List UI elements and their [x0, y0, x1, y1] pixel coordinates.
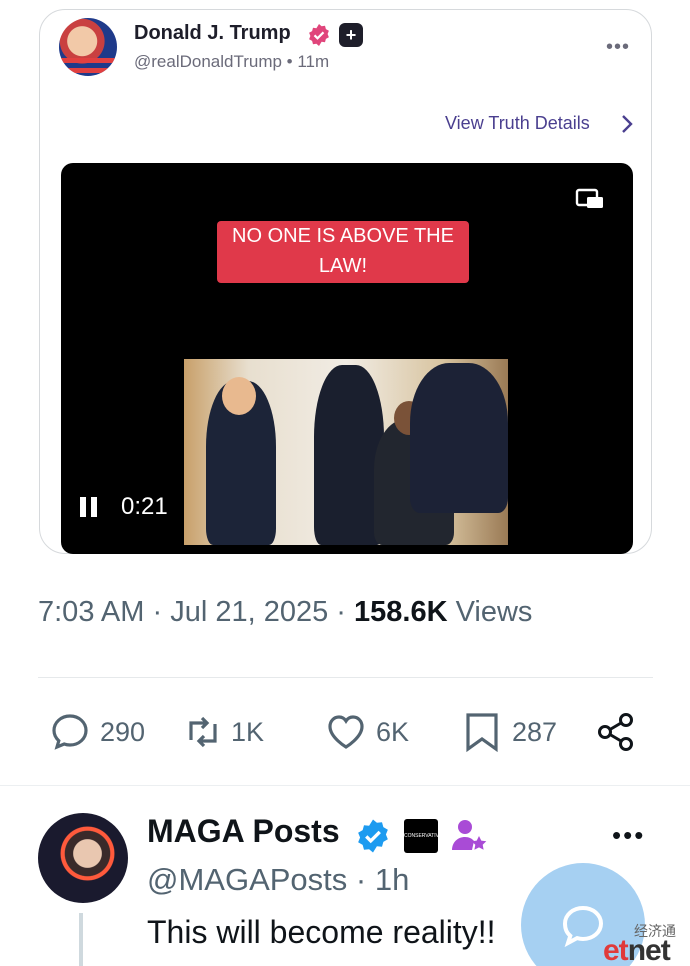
views-count: 158.6K	[354, 596, 448, 628]
video-frame-image	[184, 359, 508, 545]
divider	[0, 785, 690, 786]
pause-icon	[80, 497, 86, 517]
embedded-truth-card[interactable]: Donald J. Trump + @realDonaldTrump • 11m…	[39, 9, 652, 554]
picture-in-picture-icon[interactable]	[575, 187, 605, 211]
post-meta: 7:03 AM · Jul 21, 2025 · 158.6K Views	[38, 596, 533, 628]
repost-icon	[189, 716, 217, 748]
repost-button[interactable]: 1K	[181, 708, 264, 756]
repost-count: 1K	[231, 716, 265, 747]
avatar[interactable]	[59, 18, 117, 76]
post-time: 7:03 AM	[38, 596, 145, 628]
reply-icon	[52, 714, 88, 750]
chat-bubble-icon	[562, 905, 604, 948]
video-timestamp: 0:21	[121, 493, 168, 520]
affiliate-badge-icon: CONSERVATIVE	[404, 819, 442, 853]
truth-plus-icon: +	[339, 23, 363, 47]
bookmark-count: 287	[512, 716, 558, 747]
like-button[interactable]: 6K	[324, 708, 409, 756]
person-star-icon	[452, 820, 487, 850]
chevron-right-icon[interactable]	[618, 112, 636, 136]
verified-badge-icon	[309, 24, 329, 46]
banner-line-2: LAW!	[318, 255, 368, 277]
verified-badge-icon	[358, 819, 388, 853]
share-button[interactable]	[594, 708, 638, 756]
author-handle: @realDonaldTrump • 11m	[134, 52, 330, 71]
reply-more-options-button[interactable]: •••	[612, 820, 645, 851]
heart-icon	[328, 715, 364, 749]
divider	[38, 677, 653, 678]
bookmark-icon	[466, 713, 498, 753]
watermark-logo: etnet	[603, 934, 671, 966]
post-date: Jul 21, 2025	[170, 596, 329, 628]
pause-button[interactable]: 0:21	[77, 487, 187, 527]
banner-line-1: NO ONE IS ABOVE THE	[232, 225, 454, 247]
reply-handle: @MAGAPosts · 1h	[147, 862, 410, 897]
more-options-button[interactable]: •••	[606, 36, 630, 59]
views-label: Views	[455, 596, 533, 628]
video-player[interactable]: NO ONE IS ABOVE THE LAW! 0:21	[61, 163, 633, 554]
author-name[interactable]: Donald J. Trump	[134, 22, 291, 45]
reply-avatar[interactable]	[38, 813, 128, 903]
view-truth-details-link[interactable]: View Truth Details	[445, 113, 590, 134]
share-icon	[598, 713, 633, 751]
bookmark-button[interactable]: 287	[460, 708, 557, 756]
reply-author-name[interactable]: MAGA Posts	[147, 813, 340, 850]
like-count: 6K	[376, 716, 410, 747]
video-caption-banner: NO ONE IS ABOVE THE LAW!	[217, 221, 469, 283]
reply-text: This will become reality!!	[147, 914, 496, 950]
reply-button[interactable]: 290	[48, 708, 145, 756]
reply-count: 290	[100, 716, 146, 747]
thread-line	[79, 913, 83, 966]
